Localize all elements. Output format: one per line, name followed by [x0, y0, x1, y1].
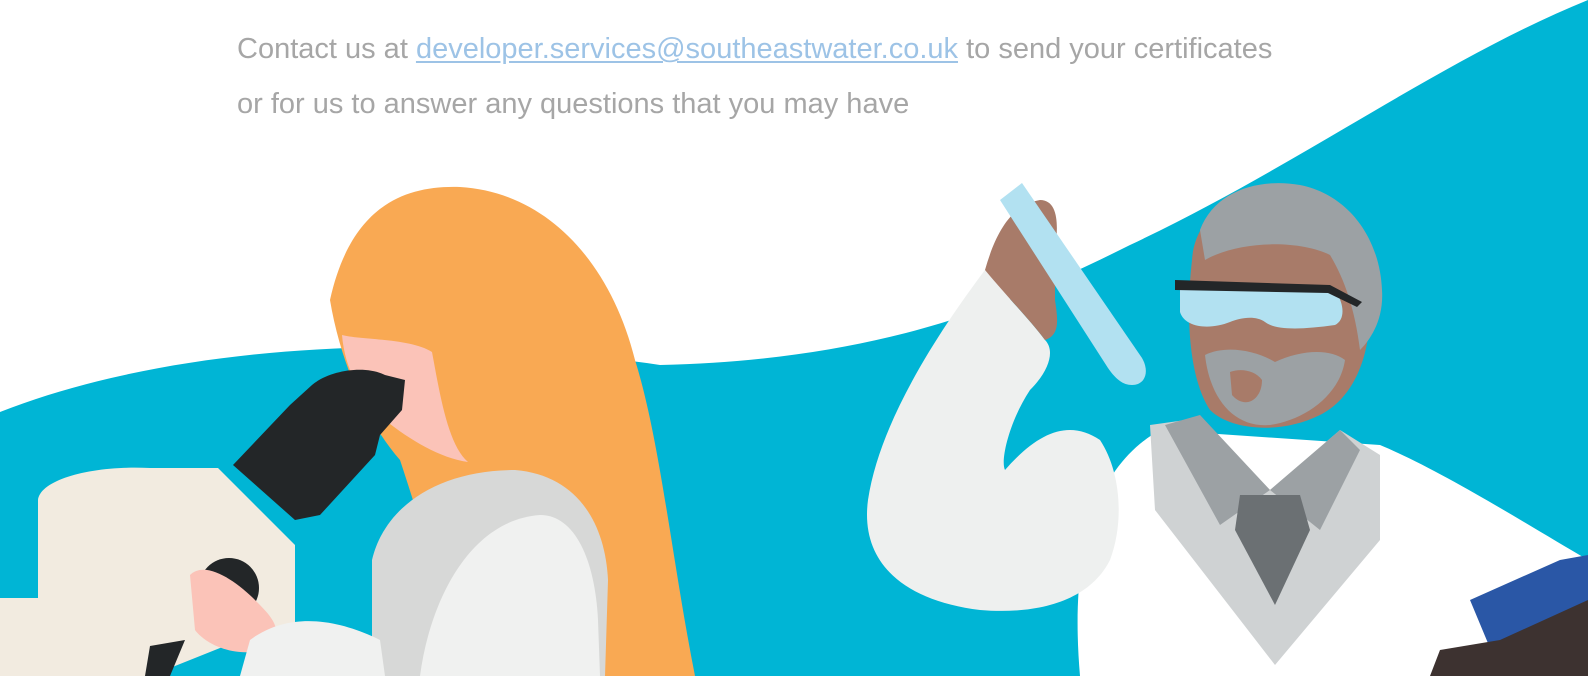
email-link[interactable]: developer.services@southeastwater.co.uk [416, 33, 958, 65]
contact-line2-text: or for us to answer any questions that y… [237, 88, 910, 120]
contact-outro-text: to send your certificates [966, 33, 1273, 65]
contact-paragraph: Contact us at developer.services@southea… [237, 22, 1437, 132]
contact-intro-text: Contact us at [237, 33, 408, 65]
